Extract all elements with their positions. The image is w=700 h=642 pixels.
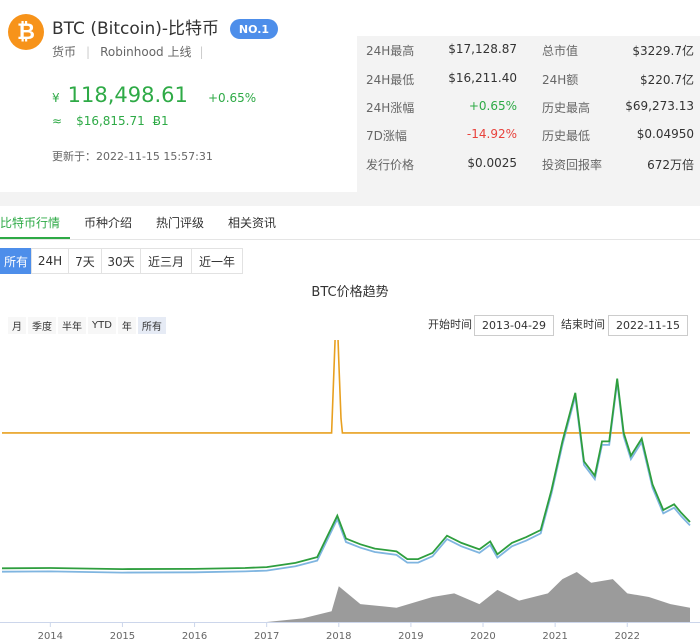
- active-tab-indicator: [0, 237, 70, 239]
- stat-label-volume-24h: 24H额: [542, 73, 579, 87]
- x-tick-label: 2016: [182, 631, 207, 642]
- zoom-selector: 月 季度 半年 YTD 年 所有: [8, 317, 168, 334]
- price-unit: Ƀ1: [152, 114, 169, 128]
- stat-ath: $69,273.13: [625, 99, 694, 113]
- range-3m[interactable]: 近三月: [140, 248, 192, 274]
- range-7d[interactable]: 7天: [68, 248, 102, 274]
- tab-bar: 比特币行情 币种介绍 热门评级 相关资讯: [0, 206, 700, 240]
- stat-label-change-7d: 7D涨幅: [366, 129, 407, 143]
- tab-intro[interactable]: 币种介绍: [84, 214, 132, 231]
- stat-high-24h: $17,128.87: [448, 42, 517, 56]
- approx-symbol: ≈: [52, 114, 63, 128]
- stat-atl: $0.04950: [636, 127, 694, 141]
- volume-area: [2, 572, 690, 622]
- section-divider: [0, 192, 700, 206]
- tab-news[interactable]: 相关资讯: [228, 214, 276, 231]
- zoom-half-year[interactable]: 半年: [58, 317, 86, 334]
- stat-label-atl: 历史最低: [542, 129, 591, 143]
- listed-label: 上线: [167, 45, 192, 59]
- tab-ratings[interactable]: 热门评级: [156, 214, 204, 231]
- coin-type: 货币: [52, 45, 77, 59]
- price-usd-value: $16,815.71: [76, 114, 145, 128]
- rank-badge: NO.1: [230, 19, 278, 39]
- start-date-label: 开始时间: [428, 318, 472, 331]
- stat-volume-24h: $220.7亿: [640, 73, 694, 87]
- stat-label-issue-price: 发行价格: [366, 158, 415, 172]
- end-date-input[interactable]: 2022-11-15: [608, 315, 688, 336]
- x-tick-label: 2021: [542, 631, 567, 642]
- stat-label-roi: 投资回报率: [542, 158, 603, 172]
- x-tick-label: 2018: [326, 631, 351, 642]
- volume-layer: [2, 572, 690, 622]
- tab-market[interactable]: 比特币行情: [0, 214, 60, 231]
- range-all[interactable]: 所有: [0, 248, 32, 274]
- coin-title: BTC (Bitcoin)-比特币: [52, 19, 220, 39]
- updated-time: 更新于：2022-11-15 15:57:31: [52, 150, 213, 163]
- x-tick-label: 2019: [398, 631, 423, 642]
- stat-market-cap: $3229.7亿: [632, 44, 694, 58]
- stat-label-ath: 历史最高: [542, 101, 591, 115]
- divider: |: [86, 45, 91, 59]
- price-cny-value: 118,498.61: [67, 83, 188, 107]
- end-date-label: 结束时间: [561, 318, 605, 331]
- x-tick-label: 2015: [110, 631, 135, 642]
- price-cny: ¥118,498.61: [52, 83, 188, 107]
- stat-label-change-24h: 24H涨幅: [366, 101, 415, 115]
- zoom-quarter[interactable]: 季度: [28, 317, 56, 334]
- stat-roi: 672万倍: [647, 158, 694, 172]
- stat-low-24h: $16,211.40: [448, 71, 517, 85]
- stats-panel: 24H最高 $17,128.87 24H最低 $16,211.40 24H涨幅 …: [357, 36, 700, 192]
- price-chart: 2014 2015 2016 2017 2018 2019 2020 2021 2022: [0, 340, 700, 642]
- stat-change-7d: -14.92%: [466, 127, 517, 141]
- flat-series-line: [2, 340, 690, 434]
- price-shadow-line: [1, 381, 691, 574]
- range-24h[interactable]: 24H: [31, 248, 69, 274]
- stat-issue-price: $0.0025: [467, 156, 517, 170]
- range-30d[interactable]: 30天: [101, 248, 141, 274]
- price-change: +0.65%: [208, 91, 257, 105]
- zoom-ytd[interactable]: YTD: [88, 317, 116, 334]
- chart-title: BTC价格趋势: [311, 285, 389, 300]
- zoom-all[interactable]: 所有: [137, 317, 166, 334]
- price-usd: ≈ $16,815.71 Ƀ1: [52, 114, 169, 128]
- cny-symbol: ¥: [52, 90, 60, 105]
- x-tick-label: 2014: [38, 631, 63, 642]
- stat-label-high-24h: 24H最高: [366, 44, 415, 58]
- coin-subtitle: 货币 | Robinhood 上线 |: [52, 43, 204, 60]
- bitcoin-icon: ₿: [8, 14, 44, 50]
- stat-change-24h: +0.65%: [468, 99, 517, 113]
- range-1y[interactable]: 近一年: [191, 248, 243, 274]
- stat-label-low-24h: 24H最低: [366, 73, 415, 87]
- zoom-year[interactable]: 年: [117, 317, 136, 334]
- coin-header: ₿ BTC (Bitcoin)-比特币 NO.1 货币 | Robinhood 上线…: [0, 0, 700, 192]
- exchange-link[interactable]: Robinhood: [100, 45, 164, 59]
- line-layer: [1, 340, 691, 574]
- x-axis-ticks: 2014 2015 2016 2017 2018 2019 2020 2021 2022: [38, 622, 640, 642]
- x-tick-label: 2020: [470, 631, 495, 642]
- divider: |: [199, 45, 204, 59]
- x-tick-label: 2022: [615, 631, 640, 642]
- zoom-month[interactable]: 月: [8, 317, 26, 334]
- stat-label-market-cap: 总市值: [542, 44, 579, 58]
- range-selector: 所有 24H 7天 30天 近三月 近一年: [0, 248, 243, 274]
- start-date-input[interactable]: 2013-04-29: [474, 315, 554, 336]
- x-tick-label: 2017: [254, 631, 279, 642]
